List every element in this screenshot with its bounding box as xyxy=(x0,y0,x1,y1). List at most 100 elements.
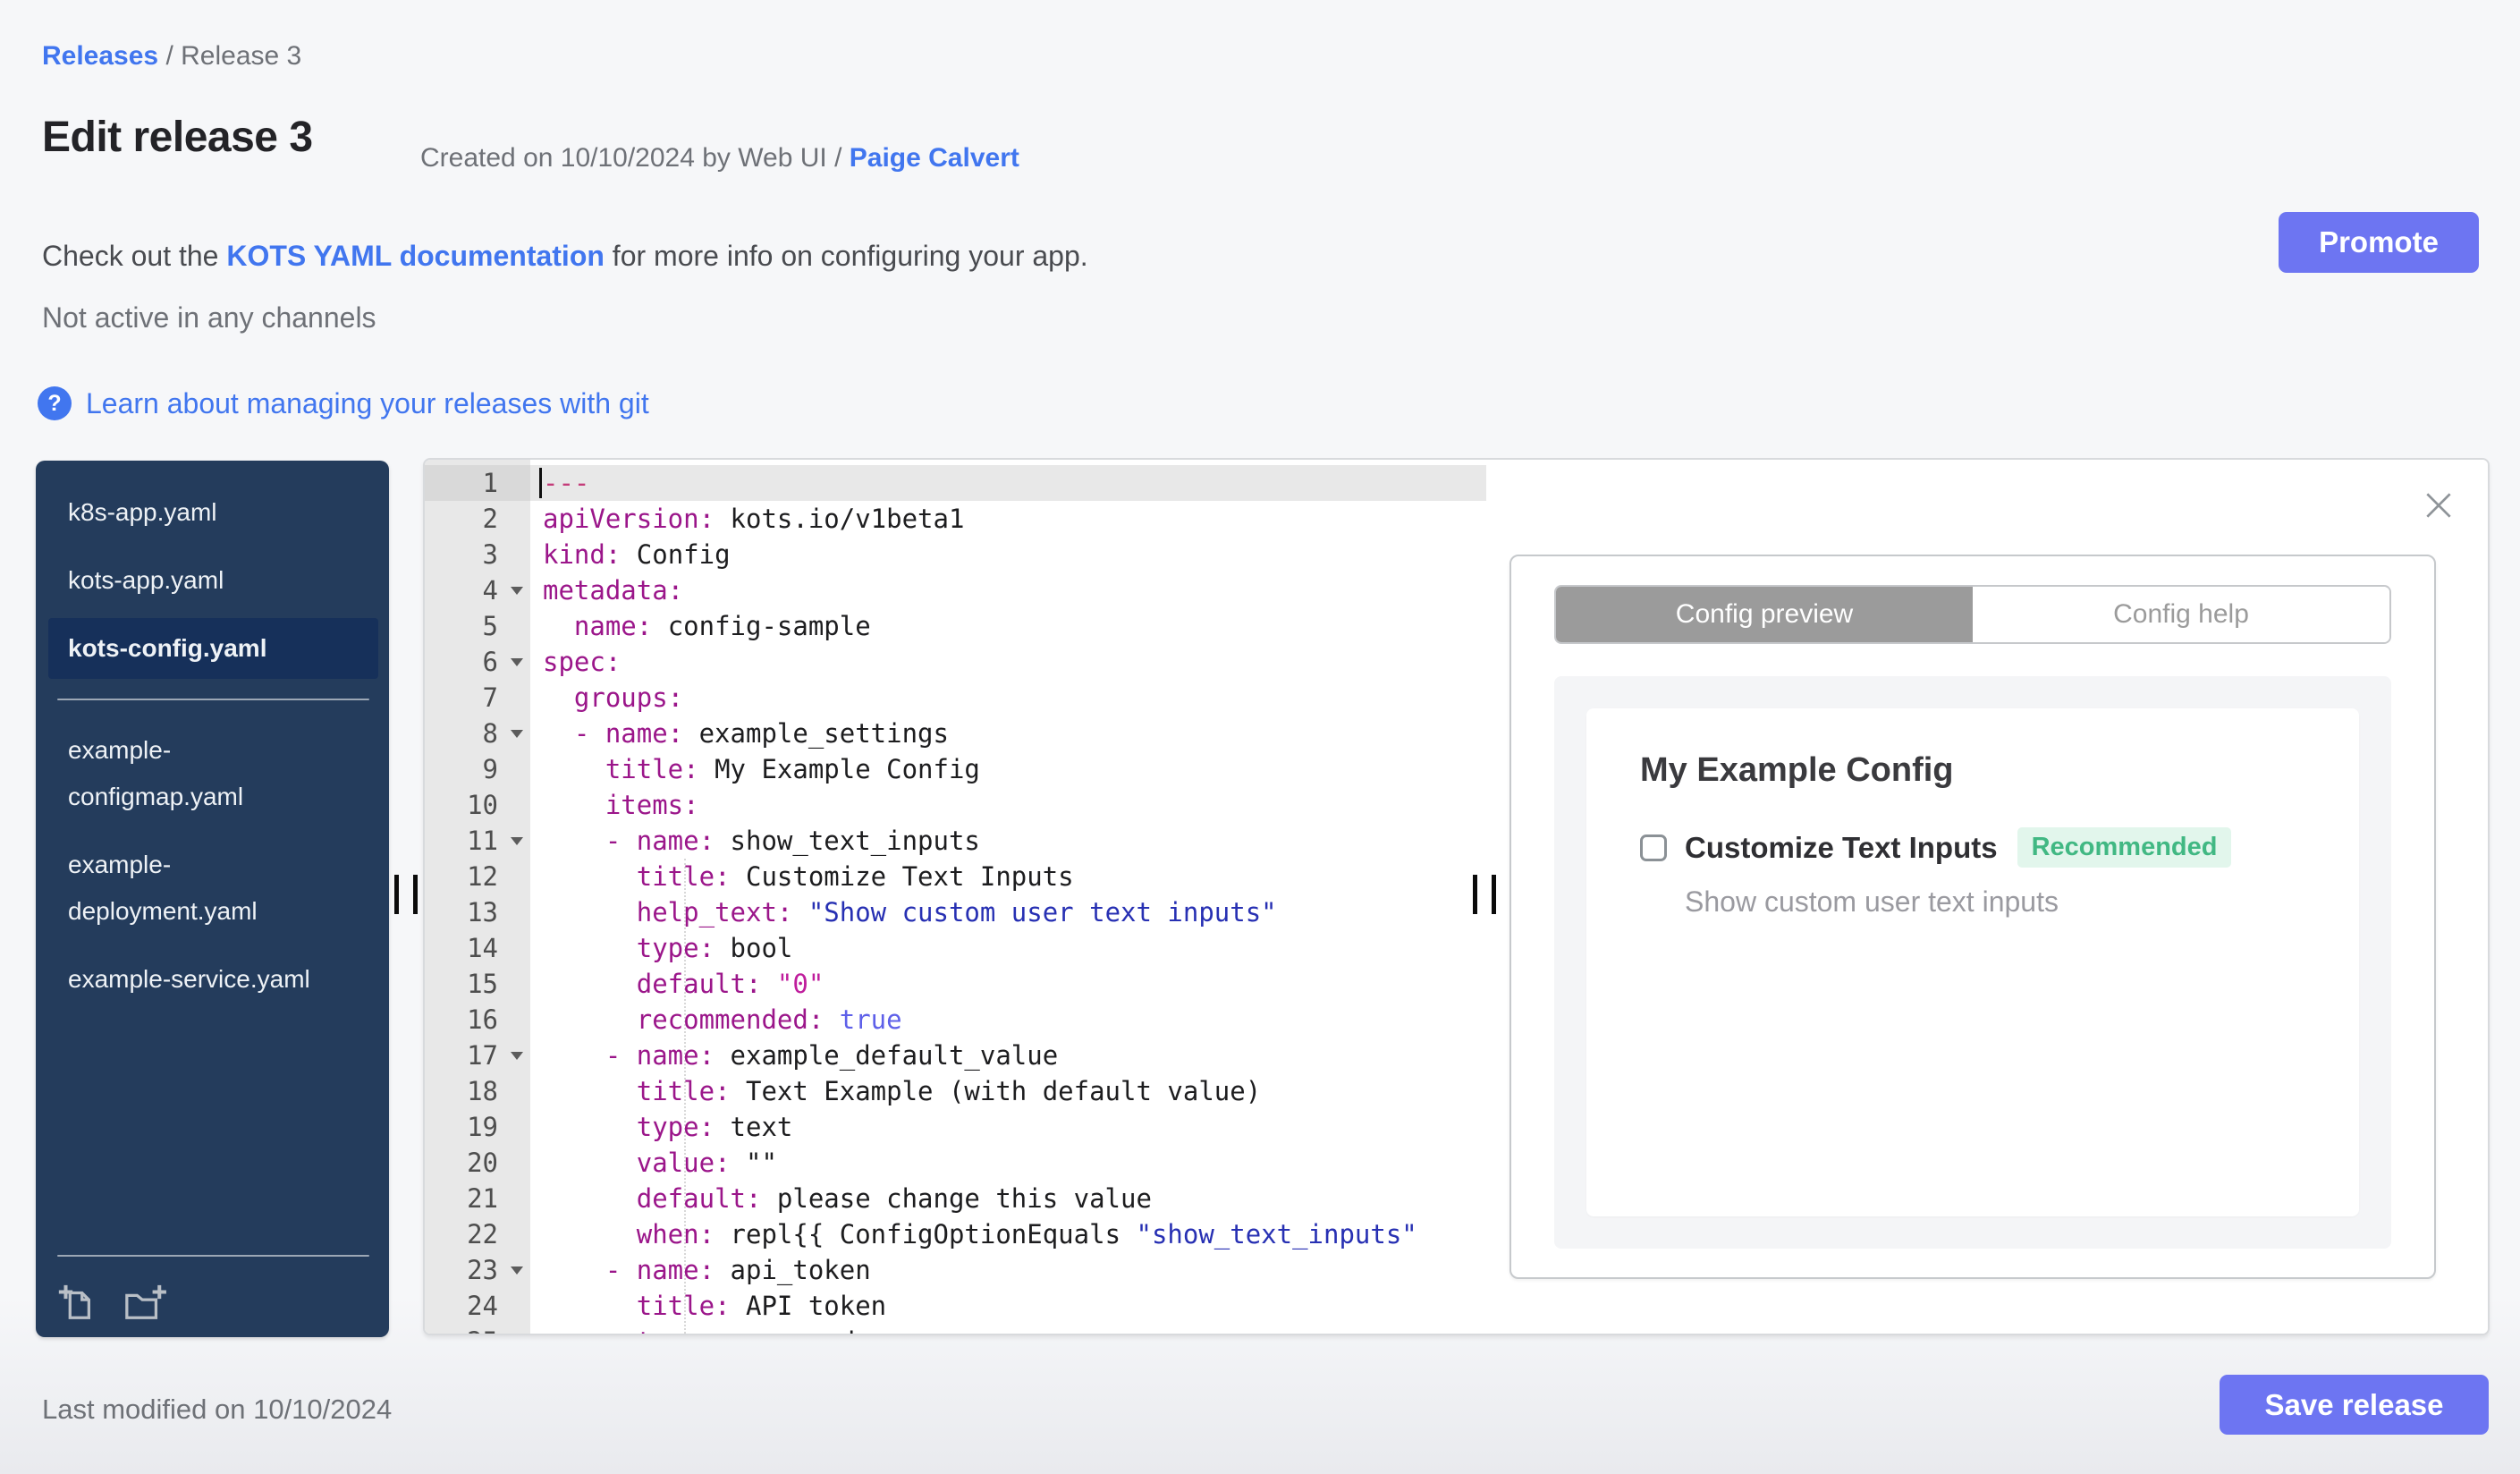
fold-caret-icon[interactable] xyxy=(511,1052,523,1060)
line-number: 7 xyxy=(482,682,498,713)
code-line[interactable]: items: xyxy=(530,787,1486,823)
code-line[interactable]: recommended: true xyxy=(530,1002,1486,1038)
last-modified-text: Last modified on 10/10/2024 xyxy=(42,1394,393,1425)
git-releases-link[interactable]: Learn about managing your releases with … xyxy=(86,387,649,420)
code-line[interactable]: - name: example_default_value xyxy=(530,1038,1486,1073)
code-line[interactable]: - name: show_text_inputs xyxy=(530,823,1486,859)
sidebar-file-kots-config.yaml[interactable]: kots-config.yaml xyxy=(48,618,378,679)
code-line[interactable]: spec: xyxy=(530,644,1486,680)
new-folder-icon xyxy=(122,1284,166,1326)
preview-tabbar: Config preview Config help xyxy=(1554,585,2391,644)
file-list: k8s-app.yaml kots-app.yaml kots-config.yam… xyxy=(36,482,389,1010)
sidebar-footer xyxy=(48,1242,378,1325)
recommended-badge: Recommended xyxy=(2017,827,2232,868)
sidebar-resize-handle[interactable] xyxy=(394,875,418,914)
line-number: 9 xyxy=(482,754,498,784)
preview-resize-handle[interactable] xyxy=(1473,875,1496,914)
sidebar-file-example-configmap.yaml[interactable]: example- configmap.yaml xyxy=(48,720,378,827)
sidebar-actions xyxy=(48,1269,378,1325)
breadcrumb-current: Release 3 xyxy=(181,41,302,71)
fold-caret-icon[interactable] xyxy=(511,587,523,595)
close-icon xyxy=(2422,493,2456,525)
line-number: 13 xyxy=(467,897,498,928)
code-line[interactable]: type: bool xyxy=(530,930,1486,966)
save-release-button[interactable]: Save release xyxy=(2220,1375,2489,1435)
code-line[interactable]: default: "0" xyxy=(530,966,1486,1002)
preview-surface: My Example Config Customize Text Inputs … xyxy=(1554,676,2391,1249)
code-line[interactable]: groups: xyxy=(530,680,1486,716)
config-card: My Example Config Customize Text Inputs … xyxy=(1586,708,2359,1216)
breadcrumb-separator: / xyxy=(158,41,182,71)
code-line[interactable]: help_text: "Show custom user text inputs… xyxy=(530,894,1486,930)
code-line[interactable]: title: My Example Config xyxy=(530,751,1486,787)
fold-caret-icon[interactable] xyxy=(511,837,523,845)
line-number: 6 xyxy=(425,644,530,680)
config-item-help: Show custom user text inputs xyxy=(1685,885,2059,918)
code-line[interactable]: --- xyxy=(530,465,1486,501)
fold-caret-icon[interactable] xyxy=(511,658,523,666)
line-number: 2 xyxy=(482,504,498,534)
code-line[interactable]: - name: example_settings xyxy=(530,716,1486,751)
docs-suffix: for more info on configuring your app. xyxy=(604,240,1088,272)
fold-caret-icon[interactable] xyxy=(511,1266,523,1275)
new-file-button[interactable] xyxy=(55,1282,97,1323)
sidebar-file-example-deployment.yaml[interactable]: example- deployment.yaml xyxy=(48,834,378,942)
question-mark-icon: ? xyxy=(38,386,72,420)
tab-config-preview[interactable]: Config preview xyxy=(1556,587,1973,642)
line-number: 5 xyxy=(482,611,498,641)
promote-button[interactable]: Promote xyxy=(2279,212,2479,273)
code-line[interactable]: apiVersion: kots.io/v1beta1 xyxy=(530,501,1486,537)
text-cursor xyxy=(539,468,542,498)
code-line[interactable]: title: Customize Text Inputs xyxy=(530,859,1486,894)
line-number: 8 xyxy=(425,716,530,751)
docs-line: Check out the KOTS YAML documentation fo… xyxy=(42,240,1088,273)
new-folder-button[interactable] xyxy=(122,1282,166,1323)
config-checkbox[interactable] xyxy=(1640,834,1667,861)
channel-status-text: Not active in any channels xyxy=(42,301,376,334)
line-number: 15 xyxy=(467,969,498,999)
line-number: 11 xyxy=(425,823,530,859)
release-workbench: 1234567891011121314151617181920212223242… xyxy=(423,458,2490,1335)
fold-caret-icon[interactable] xyxy=(511,730,523,738)
kots-yaml-docs-link[interactable]: KOTS YAML documentation xyxy=(226,240,605,272)
close-button[interactable] xyxy=(2416,483,2461,528)
line-number: 23 xyxy=(425,1252,530,1288)
docs-prefix: Check out the xyxy=(42,240,227,272)
line-number: 16 xyxy=(467,1004,498,1035)
code-line[interactable]: type: text xyxy=(530,1109,1486,1145)
line-number: 21 xyxy=(467,1183,498,1214)
line-number: 25 xyxy=(425,1324,530,1334)
code-area[interactable]: --- apiVersion: kots.io/v1beta1 kind: Conf… xyxy=(530,460,1486,1334)
created-text: Created on 10/10/2024 by Web UI / xyxy=(420,143,850,173)
config-group-title: My Example Config xyxy=(1640,751,1954,789)
code-line[interactable]: title: Text Example (with default value) xyxy=(530,1073,1486,1109)
sidebar-divider xyxy=(57,699,369,700)
code-line[interactable]: name: config-sample xyxy=(530,608,1486,644)
line-number: 24 xyxy=(467,1291,498,1321)
code-line[interactable]: metadata: xyxy=(530,572,1486,608)
line-number: 18 xyxy=(467,1076,498,1106)
sidebar-file-kots-app.yaml[interactable]: kots-app.yaml xyxy=(48,550,378,611)
code-line[interactable]: title: API token xyxy=(530,1288,1486,1324)
sidebar-file-k8s-app.yaml[interactable]: k8s-app.yaml xyxy=(48,482,378,543)
line-number: 22 xyxy=(467,1219,498,1250)
sidebar-footer-divider xyxy=(57,1255,369,1257)
new-file-icon xyxy=(55,1284,97,1326)
breadcrumb-releases-link[interactable]: Releases xyxy=(42,41,158,71)
tab-config-help[interactable]: Config help xyxy=(1973,587,2389,642)
sidebar-file-example-service.yaml[interactable]: example-service.yaml xyxy=(48,949,378,1010)
code-line[interactable]: kind: Config xyxy=(530,537,1486,572)
git-help-row: ? Learn about managing your releases wit… xyxy=(38,386,649,420)
config-item-label: Customize Text Inputs xyxy=(1685,830,1998,864)
line-number: 20 xyxy=(467,1148,498,1178)
created-info: Created on 10/10/2024 by Web UI / Paige … xyxy=(420,143,1019,174)
code-line[interactable]: default: please change this value xyxy=(530,1181,1486,1216)
author-link[interactable]: Paige Calvert xyxy=(850,143,1019,173)
code-line[interactable]: type: password xyxy=(530,1324,1486,1334)
line-number: 19 xyxy=(467,1112,498,1142)
line-number: 4 xyxy=(425,572,530,608)
code-line[interactable]: - name: api_token xyxy=(530,1252,1486,1288)
code-line[interactable]: value: "" xyxy=(530,1145,1486,1181)
code-line[interactable]: when: repl{{ ConfigOptionEquals "show_te… xyxy=(530,1216,1486,1252)
yaml-editor[interactable]: 1234567891011121314151617181920212223242… xyxy=(425,460,1486,1334)
